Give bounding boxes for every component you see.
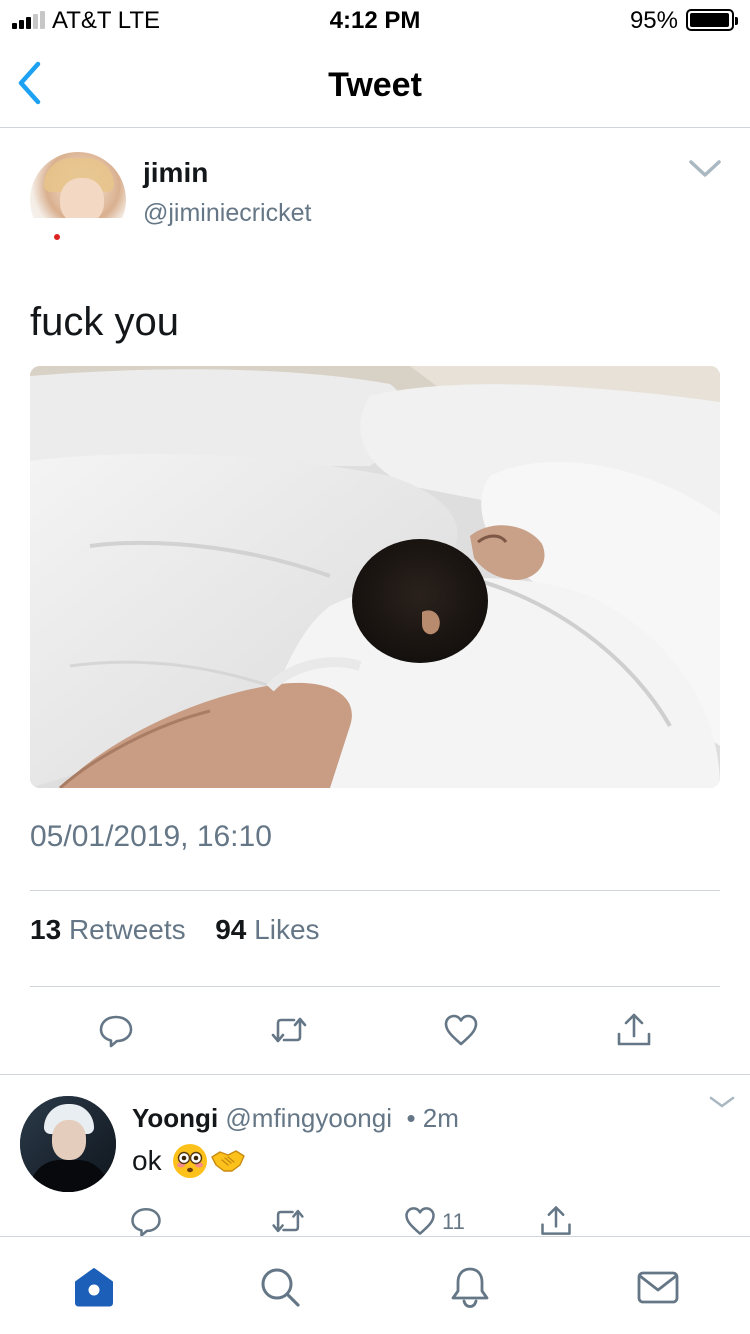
tab-home[interactable] [72,1265,116,1309]
chevron-down-icon[interactable] [708,1094,736,1110]
search-icon [261,1268,300,1307]
reply-like-button[interactable] [402,1203,438,1239]
divider [30,986,720,987]
reply-icon [131,1208,161,1237]
section-divider [0,1074,750,1075]
tweet-photo[interactable] [30,366,720,788]
reply-share-button[interactable] [538,1203,574,1239]
divider [30,890,720,891]
tweet-timestamp: 05/01/2019, 16:10 [30,820,272,853]
reply-author-handle[interactable]: @mfingyoongi [225,1103,392,1133]
reply-reply-button[interactable] [128,1203,164,1239]
reply-retweet-button[interactable] [270,1203,306,1239]
author-name[interactable]: jimin [143,157,208,189]
reply-author-avatar[interactable] [20,1096,116,1192]
like-button[interactable] [441,1010,481,1050]
author-handle[interactable]: @jiminiecricket [143,199,311,228]
author-avatar[interactable] [30,152,126,248]
reply-header: Yoongi @mfingyoongi • 2m [132,1103,459,1134]
reply-author-name[interactable]: Yoongi [132,1103,218,1133]
reply-time: 2m [422,1103,459,1133]
navigation-bar: Tweet [0,40,750,128]
messages-icon [637,1271,679,1304]
battery-percentage: 95% [629,7,678,34]
home-icon [75,1268,113,1307]
like-count[interactable]: 94 [215,914,246,945]
retweet-icon [272,1209,304,1233]
chevron-down-icon[interactable] [688,158,722,180]
reply-button[interactable] [96,1010,136,1050]
tab-messages[interactable] [636,1265,680,1309]
share-icon [617,1013,651,1046]
reply-like-count: 11 [442,1209,465,1234]
like-icon [444,1014,478,1046]
like-label[interactable]: Likes [254,914,319,945]
battery-icon [686,9,738,31]
reply-text-row: ok [132,1143,246,1179]
tab-notifications[interactable] [448,1265,492,1309]
retweet-icon [271,1017,307,1043]
status-bar: AT&T LTE 4:12 PM 95% [0,0,750,40]
tweet-text: fuck you [30,300,179,344]
notifications-icon [451,1267,489,1308]
reply-time-separator: • [399,1103,423,1133]
reply-icon [99,1015,133,1048]
flushed-face-emoji [172,1143,208,1179]
reply-text: ok [132,1145,162,1176]
tab-bar [0,1236,750,1334]
retweet-label[interactable]: Retweets [69,914,186,945]
retweet-button[interactable] [269,1010,309,1050]
page-title: Tweet [328,66,422,104]
tweet-stats: 13 Retweets 94 Likes [30,914,320,946]
like-icon [405,1207,435,1235]
tab-search[interactable] [258,1265,302,1309]
retweet-count[interactable]: 13 [30,914,61,945]
handshake-emoji [210,1143,246,1179]
share-button[interactable] [614,1010,654,1050]
share-icon [541,1206,571,1235]
